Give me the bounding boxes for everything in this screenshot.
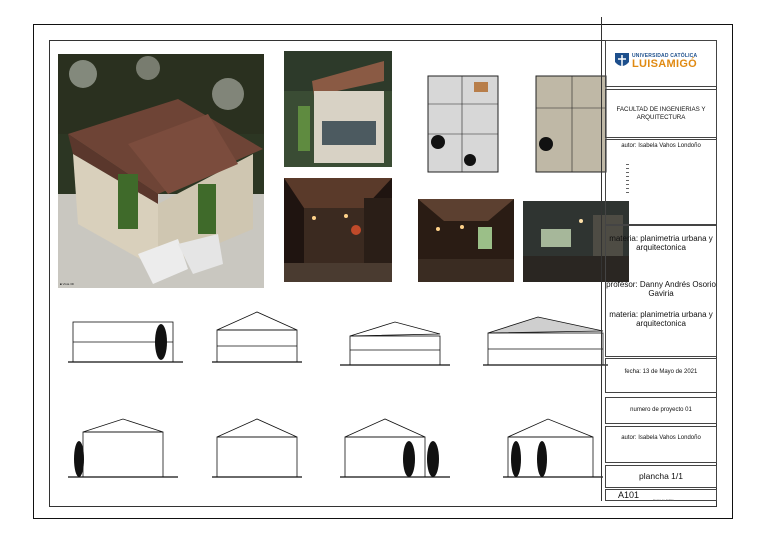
- render-aerial-view: ■ Vista 3D: [58, 54, 264, 288]
- logo-shield-icon: [615, 53, 629, 66]
- materia-1: materia: planimetria urbana y arquitecto…: [609, 234, 713, 253]
- section-drawing-2: [207, 302, 307, 378]
- section-drawing-4: [478, 307, 613, 378]
- render-facade-view: [284, 51, 392, 167]
- author-cell-bottom: autor: Isabela Vahos Londoño: [605, 426, 717, 463]
- revision-list-placeholder: ▬ ▬ ▬ ▬ ▬ ▬ ▬ ▬: [626, 162, 629, 194]
- elevation-drawing-3: [335, 407, 455, 492]
- materia-2: materia: planimetria urbana y arquitecto…: [609, 310, 713, 329]
- render-interior-hall: [284, 178, 392, 282]
- sheet-count-cell: plancha 1/1: [605, 465, 717, 488]
- faculty-cell: FACULTAD DE INGENIERIAS Y ARQUITECTURA: [605, 89, 717, 138]
- elevation-drawing-1: [63, 407, 183, 492]
- section-drawing-1: [63, 302, 188, 378]
- sheet-count: plancha 1/1: [639, 471, 683, 481]
- author-cell-top: autor: Isabela Vahos Londoño ▬ ▬ ▬ ▬ ▬ ▬ ▬ ▬: [605, 139, 717, 225]
- floor-plan-level-1: [414, 64, 514, 184]
- project-number: numero de proyecto 01: [630, 407, 692, 413]
- title-block: UNIVERSIDAD CATÓLICA LUISAMIGÓ FACULTAD …: [601, 17, 720, 502]
- logo-cell: UNIVERSIDAD CATÓLICA LUISAMIGÓ: [605, 40, 717, 87]
- profesor: profesor: Danny Andrés Osorio Gaviria: [606, 280, 716, 299]
- date: fecha: 13 de Mayo de 2021: [624, 369, 698, 375]
- author-bottom: autor: Isabela Vahos Londoño: [621, 435, 701, 441]
- scale: Como se indica: [653, 498, 674, 502]
- author-top: autor: Isabela Vahos Londoño: [621, 143, 701, 149]
- sheet-page: ■ Vista 3D UNIVERSIDAD CATÓLICA LUISAMIG…: [0, 0, 768, 543]
- render-interior-living: [418, 199, 514, 282]
- course-cell: materia: planimetria urbana y arquitecto…: [605, 225, 717, 357]
- logo-text-big: LUISAMIGÓ: [632, 58, 698, 70]
- date-cell: fecha: 13 de Mayo de 2021: [605, 358, 717, 393]
- elevation-drawing-4: [498, 407, 608, 492]
- sheet-code: A101: [618, 490, 640, 500]
- elevation-drawing-2: [207, 407, 307, 492]
- project-number-cell: numero de proyecto 01: [605, 397, 717, 424]
- faculty-name: FACULTAD DE INGENIERIAS Y ARQUITECTURA: [616, 106, 706, 121]
- section-drawing-3: [335, 310, 455, 378]
